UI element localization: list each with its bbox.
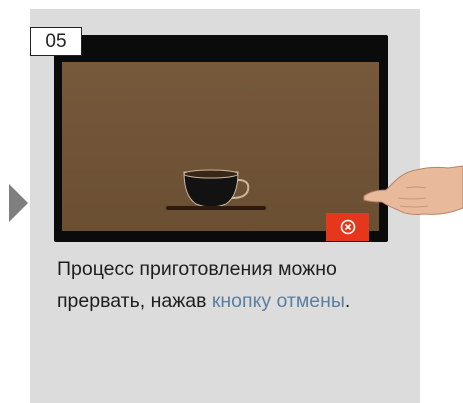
cup-saucer bbox=[166, 206, 266, 210]
caption-end: . bbox=[344, 289, 351, 312]
coffee-cup-icon bbox=[183, 169, 250, 208]
instruction-caption: Процесс приготовления можно прервать, на… bbox=[57, 254, 412, 317]
step-number-badge: 05 bbox=[30, 27, 82, 56]
pointing-hand-icon bbox=[363, 165, 463, 215]
previous-step-arrow-icon[interactable] bbox=[9, 184, 28, 222]
cancel-button-link[interactable]: кнопку отмены bbox=[212, 290, 345, 312]
brewing-display bbox=[62, 62, 379, 241]
machine-screen bbox=[54, 35, 388, 242]
